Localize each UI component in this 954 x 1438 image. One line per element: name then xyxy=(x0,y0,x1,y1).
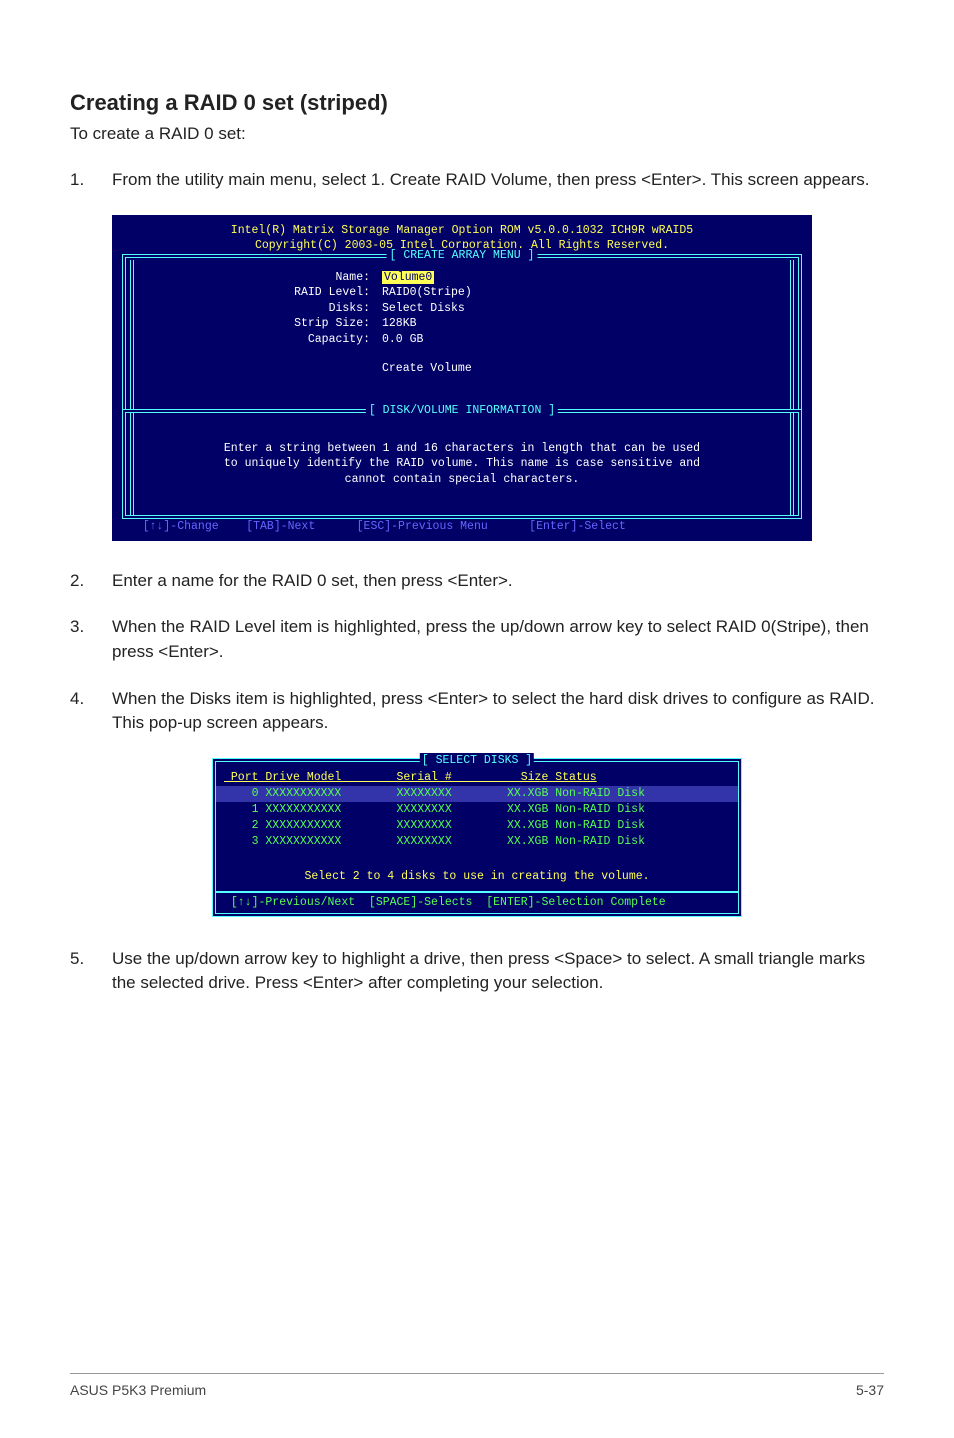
step-text: When the RAID Level item is highlighted,… xyxy=(112,615,884,664)
disks-label: Disks: xyxy=(142,301,382,317)
step-text: Enter a name for the RAID 0 set, then pr… xyxy=(112,569,884,594)
info-line-1: Enter a string between 1 and 16 characte… xyxy=(142,441,782,457)
disk-row-1: 1 XXXXXXXXXXX XXXXXXXX XX.XGB Non-RAID D… xyxy=(216,802,738,818)
disks-value: Select Disks xyxy=(382,301,465,317)
capacity-value: 0.0 GB xyxy=(382,332,423,348)
lead-text: To create a RAID 0 set: xyxy=(70,124,884,144)
console-select-disks: [ SELECT DISKS ] Port Drive Model Serial… xyxy=(212,758,742,917)
info-line-2: to uniquely identify the RAID volume. Th… xyxy=(142,456,782,472)
step-1: 1. From the utility main menu, select 1.… xyxy=(70,168,884,193)
info-title: [ DISK/VOLUME INFORMATION ] xyxy=(366,403,558,419)
step-num: 2. xyxy=(70,569,112,594)
strip-label: Strip Size: xyxy=(142,316,382,332)
menu-title: [ CREATE ARRAY MENU ] xyxy=(387,248,538,264)
step-num: 5. xyxy=(70,947,112,996)
step-text: From the utility main menu, select 1. Cr… xyxy=(112,168,884,193)
step-text: When the Disks item is highlighted, pres… xyxy=(112,687,884,736)
disk-row-3: 3 XXXXXXXXXXX XXXXXXXX XX.XGB Non-RAID D… xyxy=(216,834,738,850)
step-num: 4. xyxy=(70,687,112,736)
footer-right: 5-37 xyxy=(856,1382,884,1398)
step-2: 2. Enter a name for the RAID 0 set, then… xyxy=(70,569,884,594)
disk-row-2: 2 XXXXXXXXXXX XXXXXXXX XX.XGB Non-RAID D… xyxy=(216,818,738,834)
section-heading: Creating a RAID 0 set (striped) xyxy=(70,90,884,116)
console-create-array: Intel(R) Matrix Storage Manager Option R… xyxy=(112,215,812,541)
name-label: Name: xyxy=(142,270,382,286)
footer-left: ASUS P5K3 Premium xyxy=(70,1382,206,1398)
page-footer: ASUS P5K3 Premium 5-37 xyxy=(70,1373,884,1398)
select-kb-hints: [↑↓]-Previous/Next [SPACE]-Selects [ENTE… xyxy=(216,891,738,913)
raid-value: RAID0(Stripe) xyxy=(382,285,472,301)
create-volume: Create Volume xyxy=(382,361,472,377)
keyboard-hints: [↑↓]-Change [TAB]-Next [ESC]-Previous Me… xyxy=(122,519,802,535)
info-line-3: cannot contain special characters. xyxy=(142,472,782,488)
step-text: Use the up/down arrow key to highlight a… xyxy=(112,947,884,996)
step-num: 3. xyxy=(70,615,112,664)
strip-value: 128KB xyxy=(382,316,417,332)
step-num: 1. xyxy=(70,168,112,193)
capacity-label: Capacity: xyxy=(142,332,382,348)
select-help: Select 2 to 4 disks to use in creating t… xyxy=(216,869,738,885)
disk-table-header: Port Drive Model Serial # Size Status xyxy=(216,770,738,786)
step-4: 4. When the Disks item is highlighted, p… xyxy=(70,687,884,736)
disk-row-0: 0 XXXXXXXXXXX XXXXXXXX XX.XGB Non-RAID D… xyxy=(216,786,738,802)
name-value: Volume0 xyxy=(382,271,434,284)
step-3: 3. When the RAID Level item is highlight… xyxy=(70,615,884,664)
rom-title: Intel(R) Matrix Storage Manager Option R… xyxy=(122,223,802,239)
select-disks-title: [ SELECT DISKS ] xyxy=(420,753,534,769)
step-5: 5. Use the up/down arrow key to highligh… xyxy=(70,947,884,996)
raid-label: RAID Level: xyxy=(142,285,382,301)
